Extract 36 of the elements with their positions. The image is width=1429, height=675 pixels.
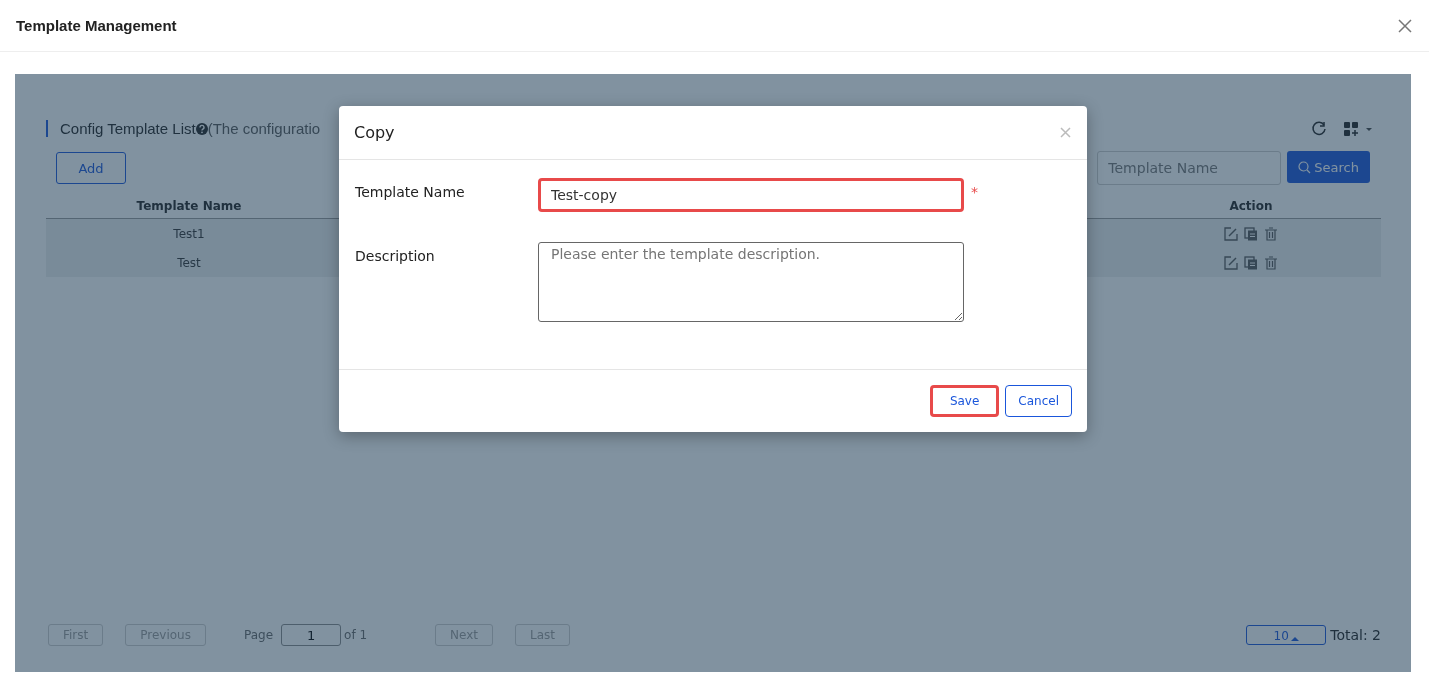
edit-icon[interactable]: [1224, 226, 1238, 241]
column-header: Template Name: [135, 198, 243, 213]
add-button[interactable]: Add: [56, 152, 126, 184]
description-field[interactable]: Please enter the template description.: [538, 242, 964, 322]
close-icon[interactable]: [1060, 127, 1071, 138]
save-button[interactable]: Save: [929, 385, 1000, 417]
name-field[interactable]: Test-copy: [538, 178, 964, 212]
field-label: Template Name: [355, 183, 466, 200]
cancel-button[interactable]: Cancel: [1005, 385, 1072, 417]
page-count: of 1: [344, 628, 368, 642]
column-header: Action: [1228, 198, 1274, 213]
dialog-title: Copy: [354, 123, 395, 142]
field-label: Description: [355, 247, 436, 264]
window-title: Template Management: [16, 17, 177, 34]
search-button[interactable]: Search: [1287, 151, 1370, 183]
help-icon[interactable]: [195, 122, 208, 135]
search-field[interactable]: Template Name: [1097, 151, 1282, 185]
close-icon[interactable]: [1397, 17, 1413, 34]
caret-icon: [1290, 635, 1299, 643]
trash-icon[interactable]: [1264, 255, 1278, 270]
refresh-icon[interactable]: [1311, 120, 1327, 137]
edit-icon[interactable]: [1224, 255, 1238, 270]
trash-icon[interactable]: [1264, 226, 1278, 241]
grid-add-dropdown-icon[interactable]: [1343, 120, 1373, 137]
list-note: (The configuratio: [207, 120, 321, 137]
copy-icon[interactable]: [1244, 255, 1258, 270]
total-count: Total: 2: [1330, 627, 1381, 643]
page-label: Page: [244, 628, 274, 642]
copy-icon[interactable]: [1244, 226, 1258, 241]
table-cell-text: Test: [176, 255, 202, 270]
table-cell-text: Test1: [172, 226, 206, 241]
page-input[interactable]: 1: [281, 624, 342, 646]
search-icon: [1298, 160, 1312, 174]
page-size-select[interactable]: 10: [1246, 625, 1327, 645]
required-mark: *: [971, 183, 979, 200]
list-title-text: Config Template List: [60, 120, 196, 137]
